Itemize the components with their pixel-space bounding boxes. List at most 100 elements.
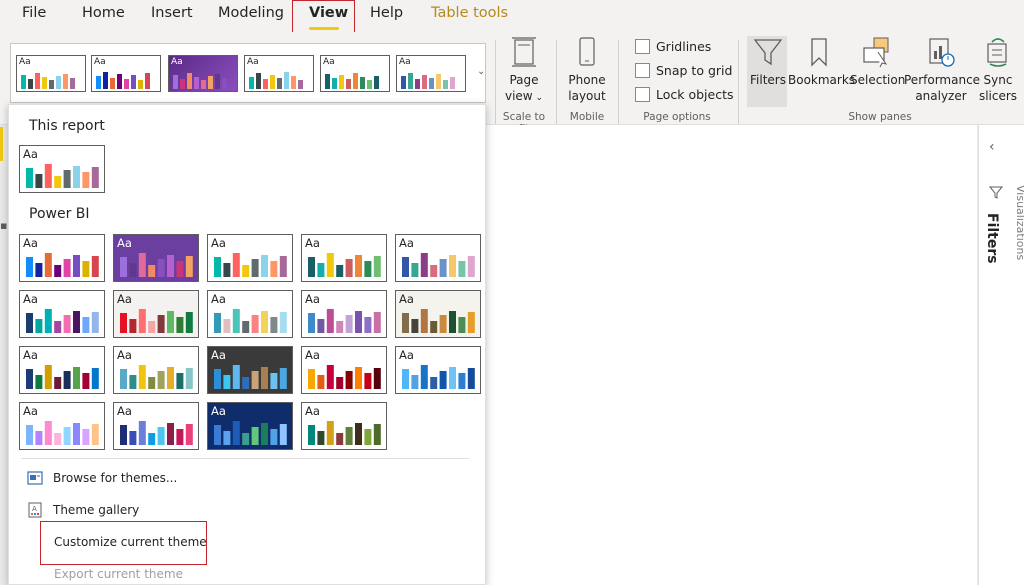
sync-label-line2: slicers [978, 89, 1018, 103]
customize-current-theme-item[interactable]: Customize current theme [54, 535, 207, 549]
thumb-bar [129, 431, 137, 445]
thumb-bar [317, 263, 325, 277]
thumb-bars [120, 365, 193, 389]
theme-gallery-item[interactable]: A Theme gallery [27, 502, 139, 518]
thumb-bar [458, 261, 466, 277]
checkbox-box[interactable] [635, 63, 650, 78]
checkbox-box[interactable] [635, 87, 650, 102]
browse-for-themes-item[interactable]: Browse for themes... [27, 470, 177, 486]
checkbox-box[interactable] [635, 39, 650, 54]
gallery-theme-thumb[interactable]: Aa [91, 55, 161, 92]
power-bi-theme-thumb[interactable]: Aa [19, 346, 105, 394]
thumb-bar [430, 265, 438, 277]
power-bi-theme-thumb[interactable]: Aa [395, 234, 481, 282]
thumb-bar [326, 309, 334, 333]
thumb-bar [35, 375, 43, 389]
visualizations-pane-label[interactable]: Visualizations [1014, 185, 1024, 260]
tab-help[interactable]: Help [370, 5, 403, 21]
filters-pane-button[interactable]: Filters [749, 36, 787, 88]
thumb-aa-label: Aa [247, 57, 259, 67]
bookmarks-label: Bookmarks [788, 73, 856, 87]
thumb-bars [120, 421, 193, 445]
thumb-bar [279, 424, 287, 445]
gallery-theme-thumb[interactable]: Aa [244, 55, 314, 92]
tab-file[interactable]: File [22, 5, 46, 21]
thumb-aa-label: Aa [399, 236, 414, 250]
thumb-bar [317, 375, 325, 389]
thumb-bar [167, 255, 174, 277]
power-bi-theme-thumb[interactable]: Aa [207, 234, 293, 282]
thumb-bar [345, 315, 353, 333]
thumb-bar [373, 312, 381, 333]
tab-home[interactable]: Home [82, 5, 125, 21]
svg-text:A: A [32, 505, 37, 513]
thumb-bar [326, 365, 334, 389]
selection-pane-button[interactable]: Selection [850, 36, 905, 88]
browse-folder-icon [27, 471, 43, 485]
thumb-bar [345, 259, 353, 277]
power-bi-theme-thumb[interactable]: Aa [207, 346, 293, 394]
thumb-bar [129, 263, 137, 277]
thumb-bar [251, 371, 259, 389]
snap-to-grid-checkbox[interactable]: Snap to grid [635, 63, 732, 78]
thumb-bar [308, 313, 315, 333]
ribbon-separator [738, 40, 739, 124]
power-bi-theme-thumb[interactable]: Aa [301, 402, 387, 450]
power-bi-theme-thumb[interactable]: Aa [301, 290, 387, 338]
gallery-theme-thumb-selected[interactable]: Aa [168, 55, 238, 92]
tab-modeling[interactable]: Modeling [218, 5, 284, 21]
theme-gallery-strip[interactable]: Aa Aa Aa Aa Aa Aa ⌄ [10, 43, 486, 103]
performance-analyzer-button[interactable]: Performance analyzer [904, 36, 980, 104]
thumb-bar [270, 317, 278, 333]
thumb-bar [251, 315, 259, 333]
thumb-bar [355, 367, 362, 389]
thumb-bar [467, 312, 475, 333]
thumb-bars [26, 421, 99, 445]
lock-objects-checkbox[interactable]: Lock objects [635, 87, 734, 102]
report-theme-thumb[interactable]: Aa [19, 145, 105, 193]
phone-layout-button[interactable]: Phone layout [563, 36, 611, 104]
power-bi-theme-thumb[interactable]: Aa [19, 234, 105, 282]
report-canvas[interactable] [485, 125, 977, 585]
thumb-bar [270, 373, 278, 389]
power-bi-theme-thumb[interactable]: Aa [301, 234, 387, 282]
power-bi-theme-thumb[interactable]: Aa [395, 290, 481, 338]
page-view-button[interactable]: Page view ⌄ [500, 36, 548, 106]
tab-insert[interactable]: Insert [151, 5, 193, 21]
power-bi-theme-thumb[interactable]: Aa [19, 402, 105, 450]
power-bi-theme-thumb[interactable]: Aa [113, 290, 199, 338]
power-bi-theme-thumb[interactable]: Aa [113, 346, 199, 394]
power-bi-theme-thumb[interactable]: Aa [113, 234, 199, 282]
power-bi-theme-thumb[interactable]: Aa [301, 346, 387, 394]
thumb-aa-label: Aa [117, 292, 132, 306]
gridlines-checkbox[interactable]: Gridlines [635, 39, 711, 54]
thumb-bars [308, 421, 381, 445]
thumb-bar [364, 373, 372, 389]
thumb-bar [44, 421, 52, 445]
thumb-bar [355, 423, 362, 445]
tab-view[interactable]: View [309, 5, 348, 21]
chevron-left-icon[interactable]: ‹ [989, 139, 995, 155]
thumb-bars [325, 73, 379, 89]
gallery-expand-chevron-icon[interactable]: ⌄ [477, 66, 485, 77]
filter-funnel-icon[interactable] [989, 185, 1003, 199]
thumb-aa-label: Aa [23, 348, 38, 362]
sync-slicers-button[interactable]: Sync slicers [978, 36, 1018, 104]
thumb-aa-label: Aa [23, 404, 38, 418]
lock-objects-label: Lock objects [656, 87, 734, 102]
power-bi-theme-thumb[interactable]: Aa [207, 290, 293, 338]
gallery-theme-thumb[interactable]: Aa [16, 55, 86, 92]
thumb-bar [63, 371, 71, 389]
gallery-theme-thumb[interactable]: Aa [320, 55, 390, 92]
filters-pane-label[interactable]: Filters [984, 213, 1000, 264]
power-bi-theme-thumb[interactable]: Aa [395, 346, 481, 394]
power-bi-theme-thumb[interactable]: Aa [19, 290, 105, 338]
selection-icon [863, 37, 889, 68]
power-bi-theme-thumb[interactable]: Aa [207, 402, 293, 450]
power-bi-theme-thumb[interactable]: Aa [113, 402, 199, 450]
gallery-theme-thumb[interactable]: Aa [396, 55, 466, 92]
thumb-bar [185, 424, 193, 445]
bookmarks-pane-button[interactable]: Bookmarks [788, 36, 856, 88]
tab-table-tools[interactable]: Table tools [431, 5, 508, 21]
thumb-bar [176, 373, 184, 389]
